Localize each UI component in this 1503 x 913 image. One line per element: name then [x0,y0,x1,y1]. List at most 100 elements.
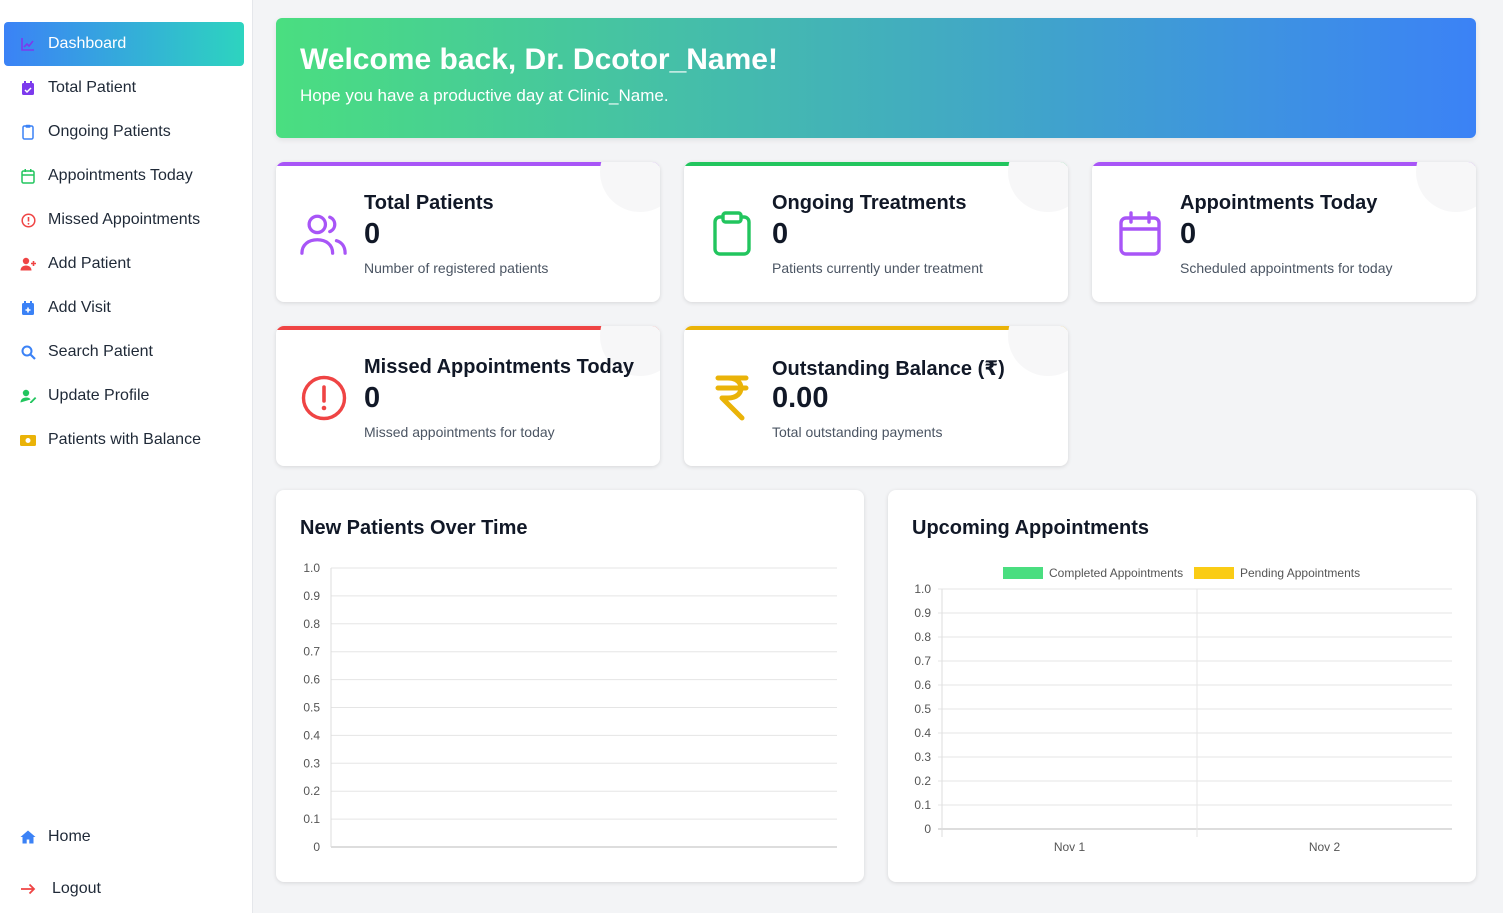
y-tick-label: 0.3 [914,750,931,764]
y-tick-label: 0.1 [303,812,320,826]
sidebar-item-dashboard[interactable]: Dashboard [4,22,244,66]
y-tick-label: 0.4 [303,728,320,742]
calendar-plus-icon [18,298,38,318]
x-tick-label: Nov 2 [1309,840,1341,854]
money-icon [18,430,38,450]
sidebar-item-label: Missed Appointments [48,211,201,228]
welcome-subtitle: Hope you have a productive day at Clinic… [300,86,669,105]
card-subtitle: Missed appointments for today [364,424,555,440]
legend-swatch [1194,567,1234,579]
calendar-icon [18,166,38,186]
y-tick-label: 0.5 [303,701,320,715]
stat-card-outstanding-balance[interactable]: Outstanding Balance (₹) 0.00 Total outst… [684,326,1068,466]
y-tick-label: 0.3 [303,756,320,770]
sidebar-item-update-profile[interactable]: Update Profile [4,374,244,418]
y-tick-label: 0 [313,840,320,854]
stat-card-ongoing-treatments[interactable]: Ongoing Treatments 0 Patients currently … [684,162,1068,302]
sidebar-item-label: Update Profile [48,387,150,404]
chart-panel-new-patients: New Patients Over Time 1.0 0.9 0.8 0.7 0.6 0.… [276,490,864,882]
card-subtitle: Scheduled appointments for today [1180,260,1393,276]
y-tick-label: 1.0 [914,582,931,596]
user-edit-icon [18,386,38,406]
legend-label: Pending Appointments [1240,566,1360,580]
clipboard-icon [708,210,756,258]
y-tick-label: 0.7 [914,654,931,668]
y-tick-label: 0.9 [914,606,931,620]
card-title: Ongoing Treatments [772,192,967,214]
y-tick-label: 0.7 [303,645,320,659]
y-tick-label: 0.2 [303,784,320,798]
y-tick-label: 0.8 [914,630,931,644]
logout-button[interactable]: Logout [4,867,244,911]
user-plus-icon [18,254,38,274]
card-decoration [1008,326,1068,376]
new-patients-chart: 1.0 0.9 0.8 0.7 0.6 0.5 0.4 0.3 0.2 0.1 0 [303,561,837,854]
welcome-banner: Welcome back, Dr. Dcotor_Name! Hope you … [276,18,1476,138]
card-subtitle: Number of registered patients [364,260,549,276]
upcoming-appointments-chart: Completed Appointments Pending Appointmen… [914,566,1452,854]
chart-panel-upcoming-appointments: Upcoming Appointments Completed Appointm… [888,490,1476,882]
sidebar-item-label: Home [48,828,91,845]
x-tick-label: Nov 1 [1054,840,1086,854]
sidebar-item-label: Logout [52,880,101,897]
y-tick-label: 0.8 [303,617,320,631]
sidebar-item-add-visit[interactable]: Add Visit [4,286,244,330]
card-title: Appointments Today [1180,192,1378,214]
sidebar-item-label: Dashboard [48,35,127,52]
y-tick-label: 0 [924,822,931,836]
card-title: Missed Appointments Today [364,356,635,378]
sidebar-item-label: Patients with Balance [48,431,201,448]
home-icon [18,827,38,847]
card-value: 0 [1180,218,1197,250]
stat-card-total-patients[interactable]: Total Patients 0 Number of registered pa… [276,162,660,302]
sidebar-item-appointments-today[interactable]: Appointments Today [4,154,244,198]
y-tick-label: 0.1 [914,798,931,812]
alert-circle-icon [18,210,38,230]
sidebar-item-label: Search Patient [48,343,153,360]
card-decoration [1008,162,1068,212]
search-icon [18,342,38,362]
sidebar-item-missed-appointments[interactable]: Missed Appointments [4,198,244,242]
sidebar-item-home[interactable]: Home [4,815,244,859]
sidebar-item-search-patient[interactable]: Search Patient [4,330,244,374]
y-tick-label: 0.4 [914,726,931,740]
sidebar: Dashboard Total Patient Ongoing Patients… [0,0,253,913]
sidebar-item-ongoing-patients[interactable]: Ongoing Patients [4,110,244,154]
card-value: 0.00 [772,382,829,414]
legend-swatch [1003,567,1043,579]
users-icon [300,210,348,258]
card-value: 0 [364,382,381,414]
card-title: Total Patients [364,192,494,214]
sidebar-item-label: Ongoing Patients [48,123,171,140]
y-tick-label: 0.6 [914,678,931,692]
sidebar-item-label: Add Visit [48,299,111,316]
sidebar-item-add-patient[interactable]: Add Patient [4,242,244,286]
calendar-icon [1116,210,1164,258]
stat-card-missed-appointments[interactable]: Missed Appointments Today 0 Missed appoi… [276,326,660,466]
legend-label: Completed Appointments [1049,566,1183,580]
calendar-check-icon [18,78,38,98]
sidebar-item-label: Total Patient [48,79,137,96]
y-tick-label: 0.6 [303,673,320,687]
y-tick-label: 0.5 [914,702,931,716]
rupee-icon [708,374,756,422]
alert-circle-icon [300,374,348,422]
card-subtitle: Total outstanding payments [772,424,943,440]
stat-card-appointments-today[interactable]: Appointments Today 0 Scheduled appointme… [1092,162,1476,302]
sidebar-item-total-patient[interactable]: Total Patient [4,66,244,110]
card-subtitle: Patients currently under treatment [772,260,983,276]
welcome-title: Welcome back, Dr. Dcotor_Name! [300,43,778,76]
sidebar-item-patients-with-balance[interactable]: Patients with Balance [4,418,244,462]
card-value: 0 [772,218,789,250]
clipboard-icon [18,122,38,142]
sidebar-item-label: Appointments Today [48,167,193,184]
y-tick-label: 0.9 [303,589,320,603]
card-title: Outstanding Balance (₹) [772,358,1005,380]
arrow-right-icon [18,879,38,899]
y-tick-label: 0.2 [914,774,931,788]
card-decoration [600,162,660,212]
card-value: 0 [364,218,381,250]
chart-icon [18,34,38,54]
sidebar-item-label: Add Patient [48,255,131,272]
card-decoration [1416,162,1476,212]
